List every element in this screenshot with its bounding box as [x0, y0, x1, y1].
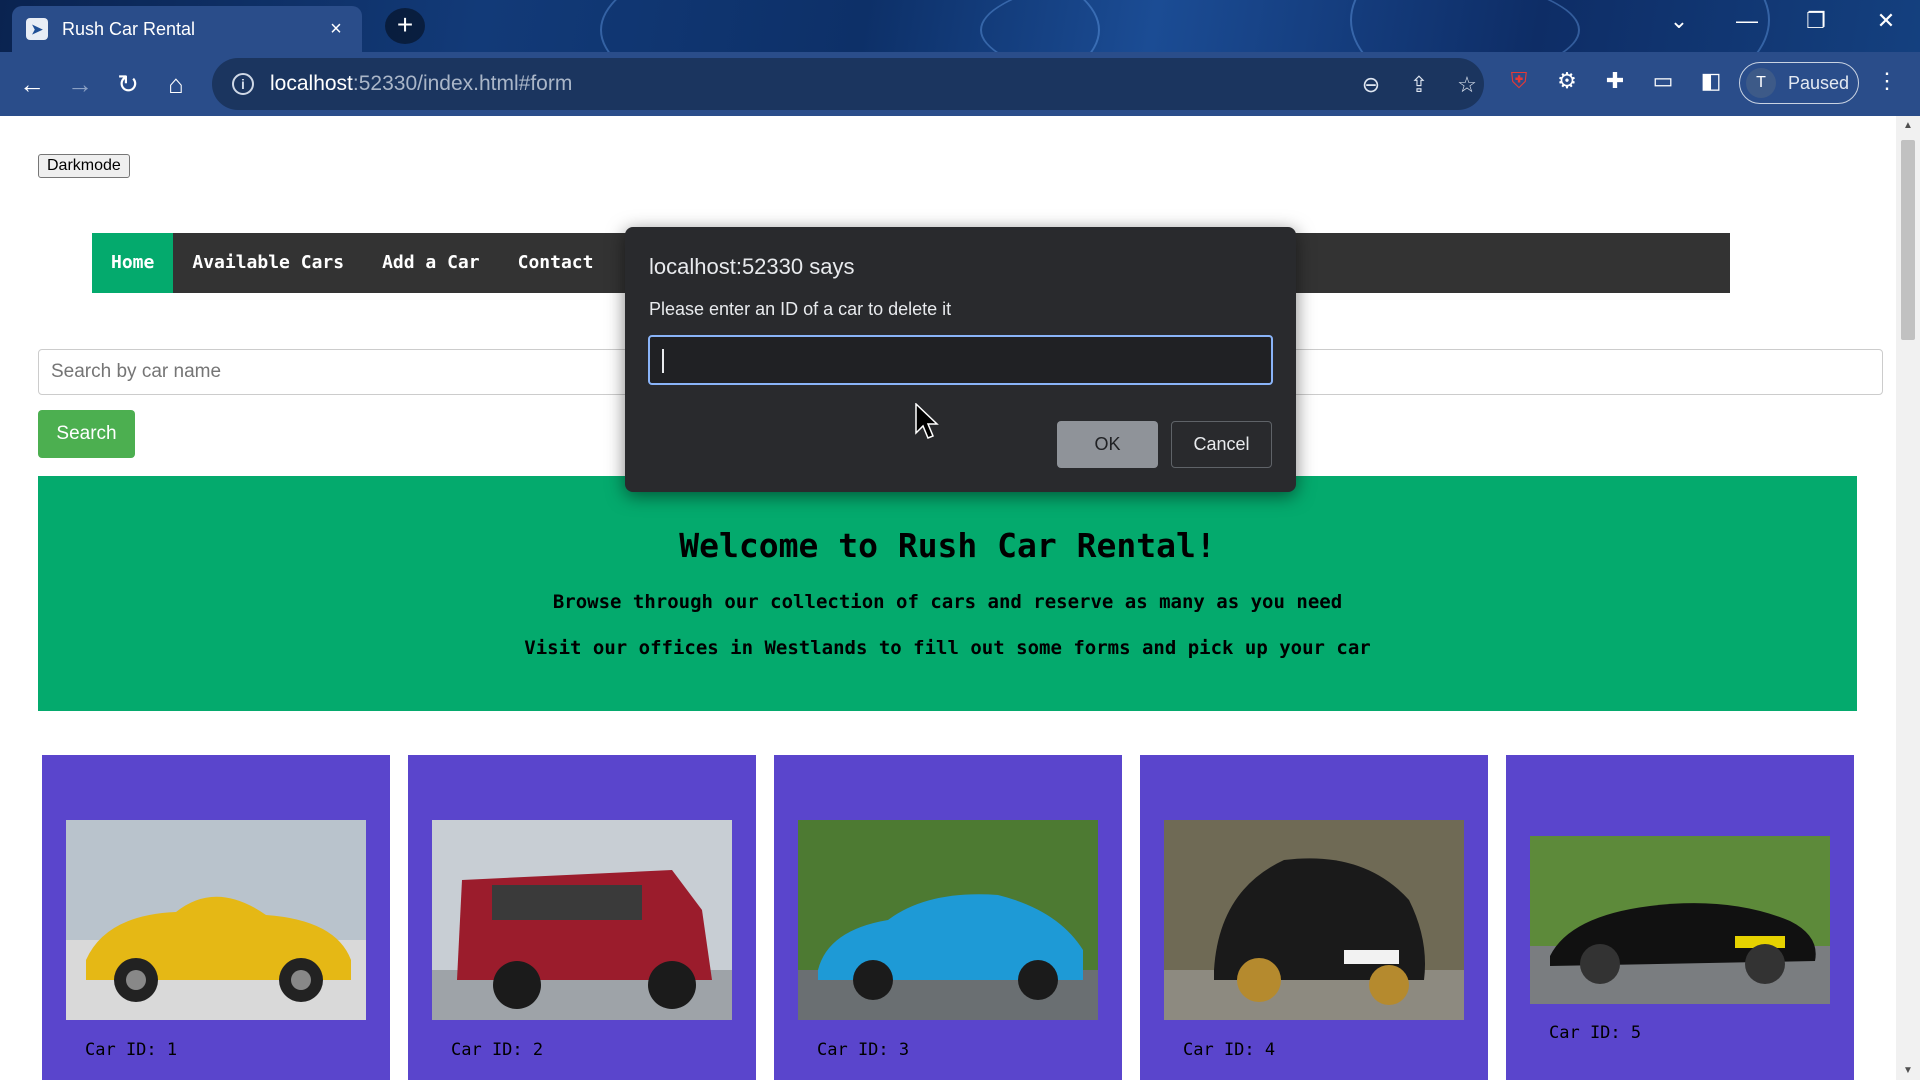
mouse-cursor-icon: [915, 403, 939, 439]
tab-title: Rush Car Rental: [62, 18, 196, 39]
dialog-input[interactable]: [648, 335, 1273, 385]
car-photo: [1530, 836, 1830, 1004]
profile-button[interactable]: T Paused: [1739, 62, 1859, 104]
bookmark-star-icon[interactable]: ☆: [1452, 72, 1482, 98]
car-photo: [798, 820, 1098, 1020]
share-icon[interactable]: ⇪: [1404, 72, 1434, 98]
welcome-line-2: Visit our offices in Westlands to fill o…: [524, 637, 1371, 659]
car-cards: Car ID: 1 Car ID: 2 Car ID: 3 Car ID: 4 …: [42, 755, 1854, 1080]
text-caret: [662, 349, 664, 373]
zoom-icon[interactable]: ⊖: [1356, 72, 1386, 98]
cast-icon[interactable]: ▭: [1648, 68, 1678, 98]
page-content: Darkmode Home Available Cars Add a Car C…: [0, 116, 1896, 1080]
side-panel-icon[interactable]: ◧: [1696, 68, 1726, 98]
menu-kebab-icon[interactable]: ⋮: [1872, 68, 1902, 98]
tab-search-chevron-icon[interactable]: ⌄: [1659, 8, 1699, 34]
back-icon[interactable]: ←: [14, 66, 50, 102]
car-id-label: Car ID: 1: [85, 1040, 178, 1060]
browser-tab[interactable]: ➤ Rush Car Rental ×: [12, 6, 362, 52]
nav-contact[interactable]: Contact: [499, 233, 613, 293]
car-photo: [432, 820, 732, 1020]
avatar: T: [1746, 68, 1776, 98]
search-button[interactable]: Search: [38, 410, 135, 458]
prompt-dialog: localhost:52330 says Please enter an ID …: [625, 227, 1296, 492]
cancel-button[interactable]: Cancel: [1171, 421, 1272, 468]
browser-toolbar: ← → ↻ ⌂ i localhost:52330/index.html#for…: [0, 52, 1920, 116]
scroll-up-icon[interactable]: ▲: [1896, 120, 1920, 131]
scrollbar-thumb[interactable]: [1901, 140, 1915, 340]
dialog-message: Please enter an ID of a car to delete it: [649, 299, 952, 319]
extensions-puzzle-icon[interactable]: ✚: [1600, 68, 1630, 98]
profile-status: Paused: [1788, 72, 1850, 93]
car-id-label: Car ID: 3: [817, 1040, 910, 1060]
site-info-icon[interactable]: i: [232, 73, 254, 95]
car-card: Car ID: 1: [42, 755, 390, 1080]
car-card: Car ID: 2: [408, 755, 756, 1080]
welcome-title: Welcome to Rush Car Rental!: [679, 526, 1216, 565]
reload-icon[interactable]: ↻: [110, 66, 146, 102]
car-id-label: Car ID: 4: [1183, 1040, 1276, 1060]
page-scrollbar[interactable]: ▲ ▼: [1896, 116, 1920, 1080]
car-id-label: Car ID: 2: [451, 1040, 544, 1060]
ublock-extension-icon[interactable]: ⛨: [1504, 68, 1534, 98]
car-photo: [1164, 820, 1464, 1020]
restore-icon[interactable]: ❐: [1796, 8, 1836, 34]
welcome-line-1: Browse through our collection of cars an…: [552, 591, 1343, 613]
tab-close-icon[interactable]: ×: [324, 18, 348, 41]
home-icon[interactable]: ⌂: [158, 66, 194, 102]
extension-icon[interactable]: ⚙: [1552, 68, 1582, 98]
car-id-label: Car ID: 5: [1549, 1023, 1642, 1043]
nav-available-cars[interactable]: Available Cars: [173, 233, 363, 293]
nav-home[interactable]: Home: [92, 233, 174, 293]
dialog-title: localhost:52330 says: [649, 254, 855, 279]
wallpaper-swirl: [1350, 0, 1770, 52]
site-favicon-icon: ➤: [26, 18, 48, 40]
darkmode-button[interactable]: Darkmode: [38, 154, 130, 178]
ok-button[interactable]: OK: [1057, 421, 1158, 468]
forward-icon[interactable]: →: [62, 66, 98, 102]
address-bar[interactable]: i localhost:52330/index.html#form ⊖ ⇪ ☆: [212, 58, 1484, 110]
new-tab-button[interactable]: +: [385, 8, 425, 44]
minimize-icon[interactable]: —: [1727, 8, 1767, 34]
car-card: Car ID: 5: [1506, 755, 1854, 1080]
welcome-banner: Welcome to Rush Car Rental! Browse throu…: [38, 476, 1857, 711]
car-photo: [66, 820, 366, 1020]
browser-titlebar: ➤ Rush Car Rental × + ⌄ — ❐ ✕: [0, 0, 1920, 52]
url-text: localhost:52330/index.html#form: [270, 72, 573, 95]
car-card: Car ID: 4: [1140, 755, 1488, 1080]
nav-add-a-car[interactable]: Add a Car: [363, 233, 499, 293]
scroll-down-icon[interactable]: ▼: [1896, 1065, 1920, 1076]
car-card: Car ID: 3: [774, 755, 1122, 1080]
close-window-icon[interactable]: ✕: [1866, 8, 1906, 34]
